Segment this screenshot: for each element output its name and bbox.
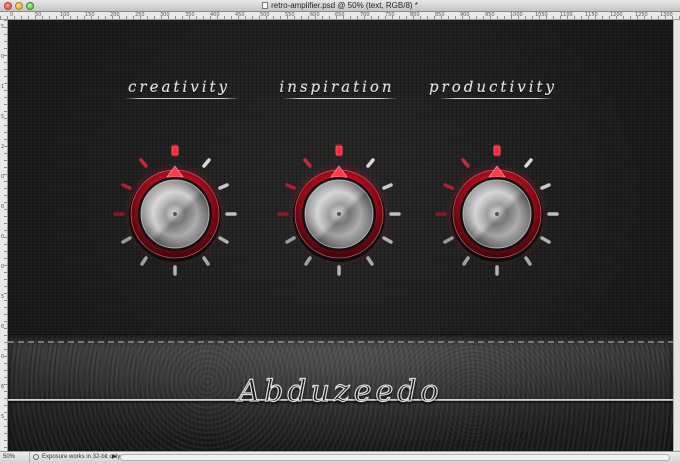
knob-inspiration[interactable] <box>272 128 406 278</box>
leather-panel: Abduzeedo <box>8 334 673 451</box>
ruler-left-number: 2 <box>1 144 5 150</box>
ruler-top-number: 1100 <box>560 12 573 18</box>
ruler-top-number: 0 <box>10 12 14 18</box>
ruler-top-number: 400 <box>210 12 220 18</box>
horizontal-ruler[interactable]: 0 50 100 150 200 250 300 350 400 450 500 550 600 650 7… <box>0 12 680 20</box>
knob-label-creativity: creativity <box>104 78 254 99</box>
ruler-left-number: 0 <box>1 234 5 240</box>
horizontal-scrollbar[interactable] <box>120 454 670 461</box>
ruler-top-number: 650 <box>335 12 345 18</box>
ruler-left-number: 0 <box>1 54 5 60</box>
document-icon <box>262 2 269 9</box>
ruler-top-number: 250 <box>135 12 145 18</box>
ruler-left-number: 5 <box>1 114 5 120</box>
ruler-left-number: 0 <box>1 174 5 180</box>
ruler-top-number: 500 <box>260 12 270 18</box>
ruler-top-number: 550 <box>285 12 295 18</box>
ruler-top-number: 1050 <box>535 12 548 18</box>
ruler-top-number: 50 <box>35 12 42 18</box>
ruler-top-number: 1000 <box>510 12 523 18</box>
knob-label-inspiration: inspiration <box>262 78 412 99</box>
ruler-top-number: 1200 <box>610 12 623 18</box>
document-title-text: retro-amplifier.psd @ 50% (text, RGB/8) … <box>271 1 418 10</box>
status-bar: 50% Exposure works in 32-bit only ▶ <box>0 451 680 463</box>
ruler-top-number: 1300 <box>660 12 673 18</box>
zoom-level-field[interactable]: 50% <box>3 452 30 463</box>
ruler-left-number: 0 <box>1 264 5 270</box>
status-message: Exposure works in 32-bit only <box>42 454 121 460</box>
ruler-left-number: 6 <box>1 384 5 390</box>
ruler-top-number: 600 <box>310 12 320 18</box>
document-title: retro-amplifier.psd @ 50% (text, RGB/8) … <box>0 0 680 12</box>
document-canvas[interactable]: creativity inspiration productivity Abdu… <box>8 20 673 451</box>
ruler-top-number: 700 <box>360 12 370 18</box>
ruler-top-number: 750 <box>385 12 395 18</box>
ruler-left-number: 0 <box>1 324 5 330</box>
ruler-top-number: 1250 <box>635 12 648 18</box>
vertical-ruler[interactable]: 5 0 1 5 2 0 0 0 0 5 0 0 6 5 <box>0 20 8 451</box>
ruler-top-number: 350 <box>185 12 195 18</box>
ruler-top-number: 950 <box>485 12 495 18</box>
ruler-top-number: 900 <box>460 12 470 18</box>
status-menu-arrow-icon[interactable]: ▶ <box>112 452 117 463</box>
leather-stitching <box>8 341 673 343</box>
ruler-top-number: 1150 <box>585 12 598 18</box>
document-info-icon[interactable] <box>33 454 39 460</box>
ruler-left-number: 5 <box>1 294 5 300</box>
ruler-top-number: 300 <box>160 12 170 18</box>
ruler-top-number: 450 <box>235 12 245 18</box>
window-title-bar: retro-amplifier.psd @ 50% (text, RGB/8) … <box>0 0 680 12</box>
ruler-top-number: 850 <box>435 12 445 18</box>
ruler-left-number: 0 <box>1 204 5 210</box>
ruler-top-number: 150 <box>85 12 95 18</box>
knob-label-productivity: productivity <box>418 78 568 99</box>
ruler-top-number: 800 <box>410 12 420 18</box>
brand-logo-text: Abduzeedo <box>238 373 443 409</box>
ruler-left-number: 0 <box>1 354 5 360</box>
ruler-left-number: 5 <box>1 24 5 30</box>
knob-productivity[interactable] <box>430 128 564 278</box>
knob-creativity[interactable] <box>108 128 242 278</box>
ruler-left-number: 5 <box>1 414 5 420</box>
ruler-top-number: 100 <box>60 12 70 18</box>
ruler-left-number: 1 <box>1 84 5 90</box>
ruler-top-number: 200 <box>110 12 120 18</box>
vertical-scrollbar[interactable] <box>673 20 680 451</box>
